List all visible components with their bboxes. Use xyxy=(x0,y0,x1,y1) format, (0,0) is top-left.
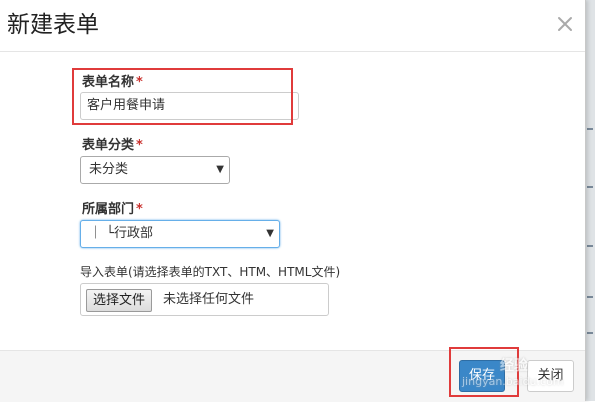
category-label: 表单分类 * xyxy=(82,138,143,154)
required-mark: * xyxy=(136,138,143,153)
department-select[interactable]: ｜ └行政部 ▼ xyxy=(80,220,280,248)
save-button[interactable]: 保存 xyxy=(459,360,505,392)
close-icon[interactable] xyxy=(555,14,575,34)
close-button[interactable]: 关闭 xyxy=(527,360,574,392)
dialog-title: 新建表单 xyxy=(7,12,99,38)
department-label: 所属部门 * xyxy=(82,202,143,218)
file-input[interactable]: 选择文件 未选择任何文件 xyxy=(80,283,329,316)
department-selected-value: ｜ └行政部 xyxy=(89,226,153,241)
new-form-dialog: 新建表单 表单名称 * 客户用餐申请 表单分类 * 未分类 ▼ 所属部门 * ｜ └行… xyxy=(0,0,586,402)
category-selected-value: 未分类 xyxy=(89,162,129,177)
required-mark: * xyxy=(136,75,143,90)
choose-file-button[interactable]: 选择文件 xyxy=(86,289,153,312)
import-label: 导入表单(请选择表单的TXT、HTM、HTML文件) xyxy=(80,265,341,279)
category-label-text: 表单分类 xyxy=(82,138,135,153)
department-label-text: 所属部门 xyxy=(82,202,135,217)
dialog-header: 新建表单 xyxy=(0,0,585,52)
form-name-value: 客户用餐申请 xyxy=(87,98,166,113)
category-select[interactable]: 未分类 ▼ xyxy=(80,156,230,184)
required-mark: * xyxy=(136,202,143,217)
dropdown-arrow-icon: ▼ xyxy=(216,164,224,175)
form-name-input[interactable]: 客户用餐申请 xyxy=(80,92,299,120)
dialog-footer: 保存 关闭 xyxy=(0,350,585,402)
form-name-label-text: 表单名称 xyxy=(82,75,135,90)
file-status-text: 未选择任何文件 xyxy=(163,292,255,307)
form-name-label: 表单名称 * xyxy=(82,75,143,91)
dropdown-arrow-icon: ▼ xyxy=(266,228,274,239)
